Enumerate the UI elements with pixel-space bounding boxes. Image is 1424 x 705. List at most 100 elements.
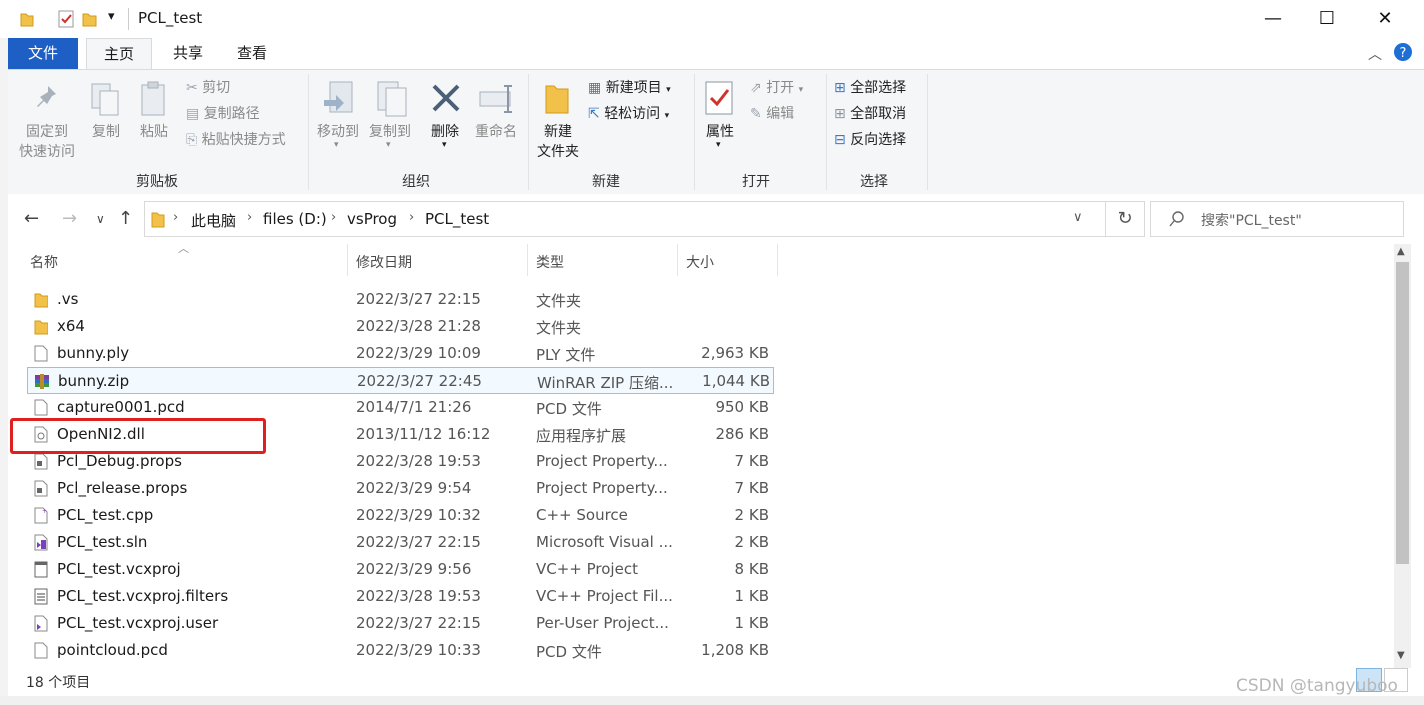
file-row[interactable]: bunny.zip 2022/3/27 22:45 WinRAR ZIP 压缩...…	[27, 367, 774, 394]
scroll-down-icon[interactable]: ▼	[1397, 650, 1405, 661]
invert-selection-icon: ⊟	[834, 132, 846, 148]
file-row[interactable]: PCL_test.vcxproj.user 2022/3/27 22:15 Per-…	[27, 610, 773, 637]
new-item-button[interactable]: ▦ 新建项目 ▾	[588, 77, 671, 99]
search-input[interactable]: 搜索"PCL_test"	[1150, 201, 1404, 237]
breadcrumb-separator-icon[interactable]: ›	[409, 210, 414, 225]
file-row[interactable]: PCL_test.vcxproj.filters 2022/3/28 19:53 V…	[27, 583, 773, 610]
paste-shortcut-button[interactable]: ⎘ 粘贴快捷方式	[186, 129, 286, 151]
breadcrumb-drive[interactable]: files (D:)	[263, 210, 327, 228]
address-dropdown-chevron-icon[interactable]: ∨	[1073, 210, 1083, 225]
file-row[interactable]: x64 2022/3/28 21:28 文件夹	[27, 313, 773, 340]
file-modified-date: 2022/3/29 10:09	[356, 344, 481, 362]
maximize-button[interactable]: ☐	[1298, 0, 1356, 38]
file-name: PCL_test.cpp	[57, 506, 154, 524]
properties-check-icon[interactable]	[58, 10, 74, 28]
address-bar[interactable]: › 此电脑 › files (D:) › vsProg › PCL_test ∨	[144, 201, 1106, 237]
copy-to-button[interactable]: 复制到 ▾	[364, 78, 416, 152]
column-separator[interactable]	[527, 244, 528, 276]
file-row[interactable]: + PCL_test.cpp 2022/3/29 10:32 C++ Source 2 …	[27, 502, 773, 529]
file-row[interactable]: Pcl_release.props 2022/3/29 9:54 Project P…	[27, 475, 773, 502]
copy-path-button[interactable]: ▤ 复制路径	[186, 103, 260, 125]
folder-icon	[34, 320, 48, 335]
copy-path-label: 复制路径	[203, 106, 260, 122]
open-button[interactable]: ⇗ 打开 ▾	[750, 77, 803, 99]
column-header-date[interactable]: 修改日期	[356, 252, 412, 272]
invert-selection-button[interactable]: ⊟ 反向选择	[834, 129, 906, 151]
move-to-button[interactable]: 移动到 ▾	[312, 78, 364, 152]
tab-file[interactable]: 文件	[8, 38, 78, 69]
new-folder-button[interactable]: 新建 文件夹	[532, 78, 584, 162]
breadcrumb-vsprog[interactable]: vsProg	[347, 210, 397, 228]
pin-quick-access-button[interactable]: 固定到 快速访问	[14, 78, 80, 162]
new-folder-icon[interactable]	[82, 11, 98, 27]
collapse-ribbon-icon[interactable]: ︿	[1368, 44, 1382, 64]
copy-to-icon	[377, 81, 407, 117]
cpp-icon: +	[34, 507, 48, 524]
file-list	[0, 0, 1, 1]
up-arrow-icon[interactable]: ↑	[118, 208, 133, 229]
minimize-button[interactable]: —	[1244, 0, 1302, 38]
file-type: 应用程序扩展	[536, 427, 627, 445]
breadcrumb-separator-icon[interactable]: ›	[173, 210, 178, 225]
breadcrumb-this-pc[interactable]: 此电脑	[191, 210, 236, 231]
file-row[interactable]: pointcloud.pcd 2022/3/29 10:33 PCD 文件 1,208…	[27, 637, 773, 664]
column-header-type[interactable]: 类型	[536, 252, 564, 272]
group-open-label: 打开	[742, 174, 770, 190]
tab-view[interactable]: 查看	[222, 38, 282, 69]
paste-shortcut-icon: ⎘	[186, 132, 198, 148]
close-button[interactable]: ✕	[1356, 0, 1414, 38]
breadcrumb-separator-icon[interactable]: ›	[247, 210, 252, 225]
file-row[interactable]: PCL_test.vcxproj 2022/3/29 9:56 VC++ Proje…	[27, 556, 773, 583]
new-folder-label-1: 新建	[544, 124, 572, 140]
column-separator[interactable]	[347, 244, 348, 276]
file-type: VC++ Project Fil...	[536, 587, 673, 605]
select-none-label: 全部取消	[850, 106, 907, 122]
select-all-button[interactable]: ⊞ 全部选择	[834, 77, 906, 99]
scroll-up-icon[interactable]: ▲	[1397, 246, 1405, 257]
cut-button[interactable]: ✂ 剪切	[186, 77, 230, 99]
file-row[interactable]: PCL_test.sln 2022/3/27 22:15 Microsoft Vis…	[27, 529, 773, 556]
folder-icon	[34, 293, 48, 308]
column-header-size[interactable]: 大小	[686, 252, 714, 272]
easy-access-button[interactable]: ⇱ 轻松访问 ▾	[588, 103, 669, 125]
winrar-icon	[35, 374, 49, 389]
column-header-name[interactable]: 名称	[30, 252, 58, 272]
svg-text:?: ?	[1400, 46, 1407, 61]
navigation-bar: ← → ∨ ↑ › 此电脑 › files (D:) › vsProg › PC…	[8, 194, 1424, 242]
ribbon-tabs: 文件 主页 共享 查看 ︿ ?	[8, 38, 1424, 69]
edit-button[interactable]: ✎ 编辑	[750, 103, 794, 125]
file-type: C++ Source	[536, 506, 628, 524]
recent-locations-chevron-icon[interactable]: ∨	[96, 212, 105, 226]
properties-button[interactable]: 属性 ▾	[698, 78, 742, 152]
scrollbar-thumb[interactable]	[1396, 262, 1409, 564]
tab-home[interactable]: 主页	[86, 38, 152, 69]
group-separator	[694, 74, 695, 190]
file-type: 文件夹	[536, 292, 582, 310]
file-row[interactable]: capture0001.pcd 2014/7/1 21:26 PCD 文件 950 K…	[27, 394, 773, 421]
open-icon: ⇗	[750, 80, 762, 96]
file-icon	[34, 642, 48, 659]
new-item-dropdown-icon: ▾	[666, 85, 671, 95]
refresh-icon[interactable]: ↻	[1106, 201, 1145, 237]
breadcrumb-pcl-test[interactable]: PCL_test	[425, 210, 489, 228]
group-separator	[308, 74, 309, 190]
delete-button[interactable]: 删除 ▾	[422, 78, 468, 152]
file-modified-date: 2022/3/29 10:33	[356, 641, 481, 659]
copy-button[interactable]: 复制	[84, 78, 128, 140]
file-modified-date: 2022/3/28 19:53	[356, 452, 481, 470]
help-icon[interactable]: ?	[1393, 42, 1413, 62]
paste-button[interactable]: 粘贴	[132, 78, 176, 140]
file-row[interactable]: .vs 2022/3/27 22:15 文件夹	[27, 286, 773, 313]
props-icon	[34, 480, 48, 497]
breadcrumb-separator-icon[interactable]: ›	[331, 210, 336, 225]
file-name: PCL_test.sln	[57, 533, 148, 551]
forward-arrow-icon[interactable]: →	[62, 208, 77, 229]
qat-dropdown[interactable]: ▾	[108, 9, 115, 24]
column-separator[interactable]	[677, 244, 678, 276]
select-none-button[interactable]: ⊞ 全部取消	[834, 103, 906, 125]
back-arrow-icon[interactable]: ←	[24, 208, 39, 229]
rename-button[interactable]: 重命名	[470, 78, 522, 142]
column-separator[interactable]	[777, 244, 778, 276]
tab-share[interactable]: 共享	[158, 38, 218, 69]
file-row[interactable]: bunny.ply 2022/3/29 10:09 PLY 文件 2,963 KB	[27, 340, 773, 367]
